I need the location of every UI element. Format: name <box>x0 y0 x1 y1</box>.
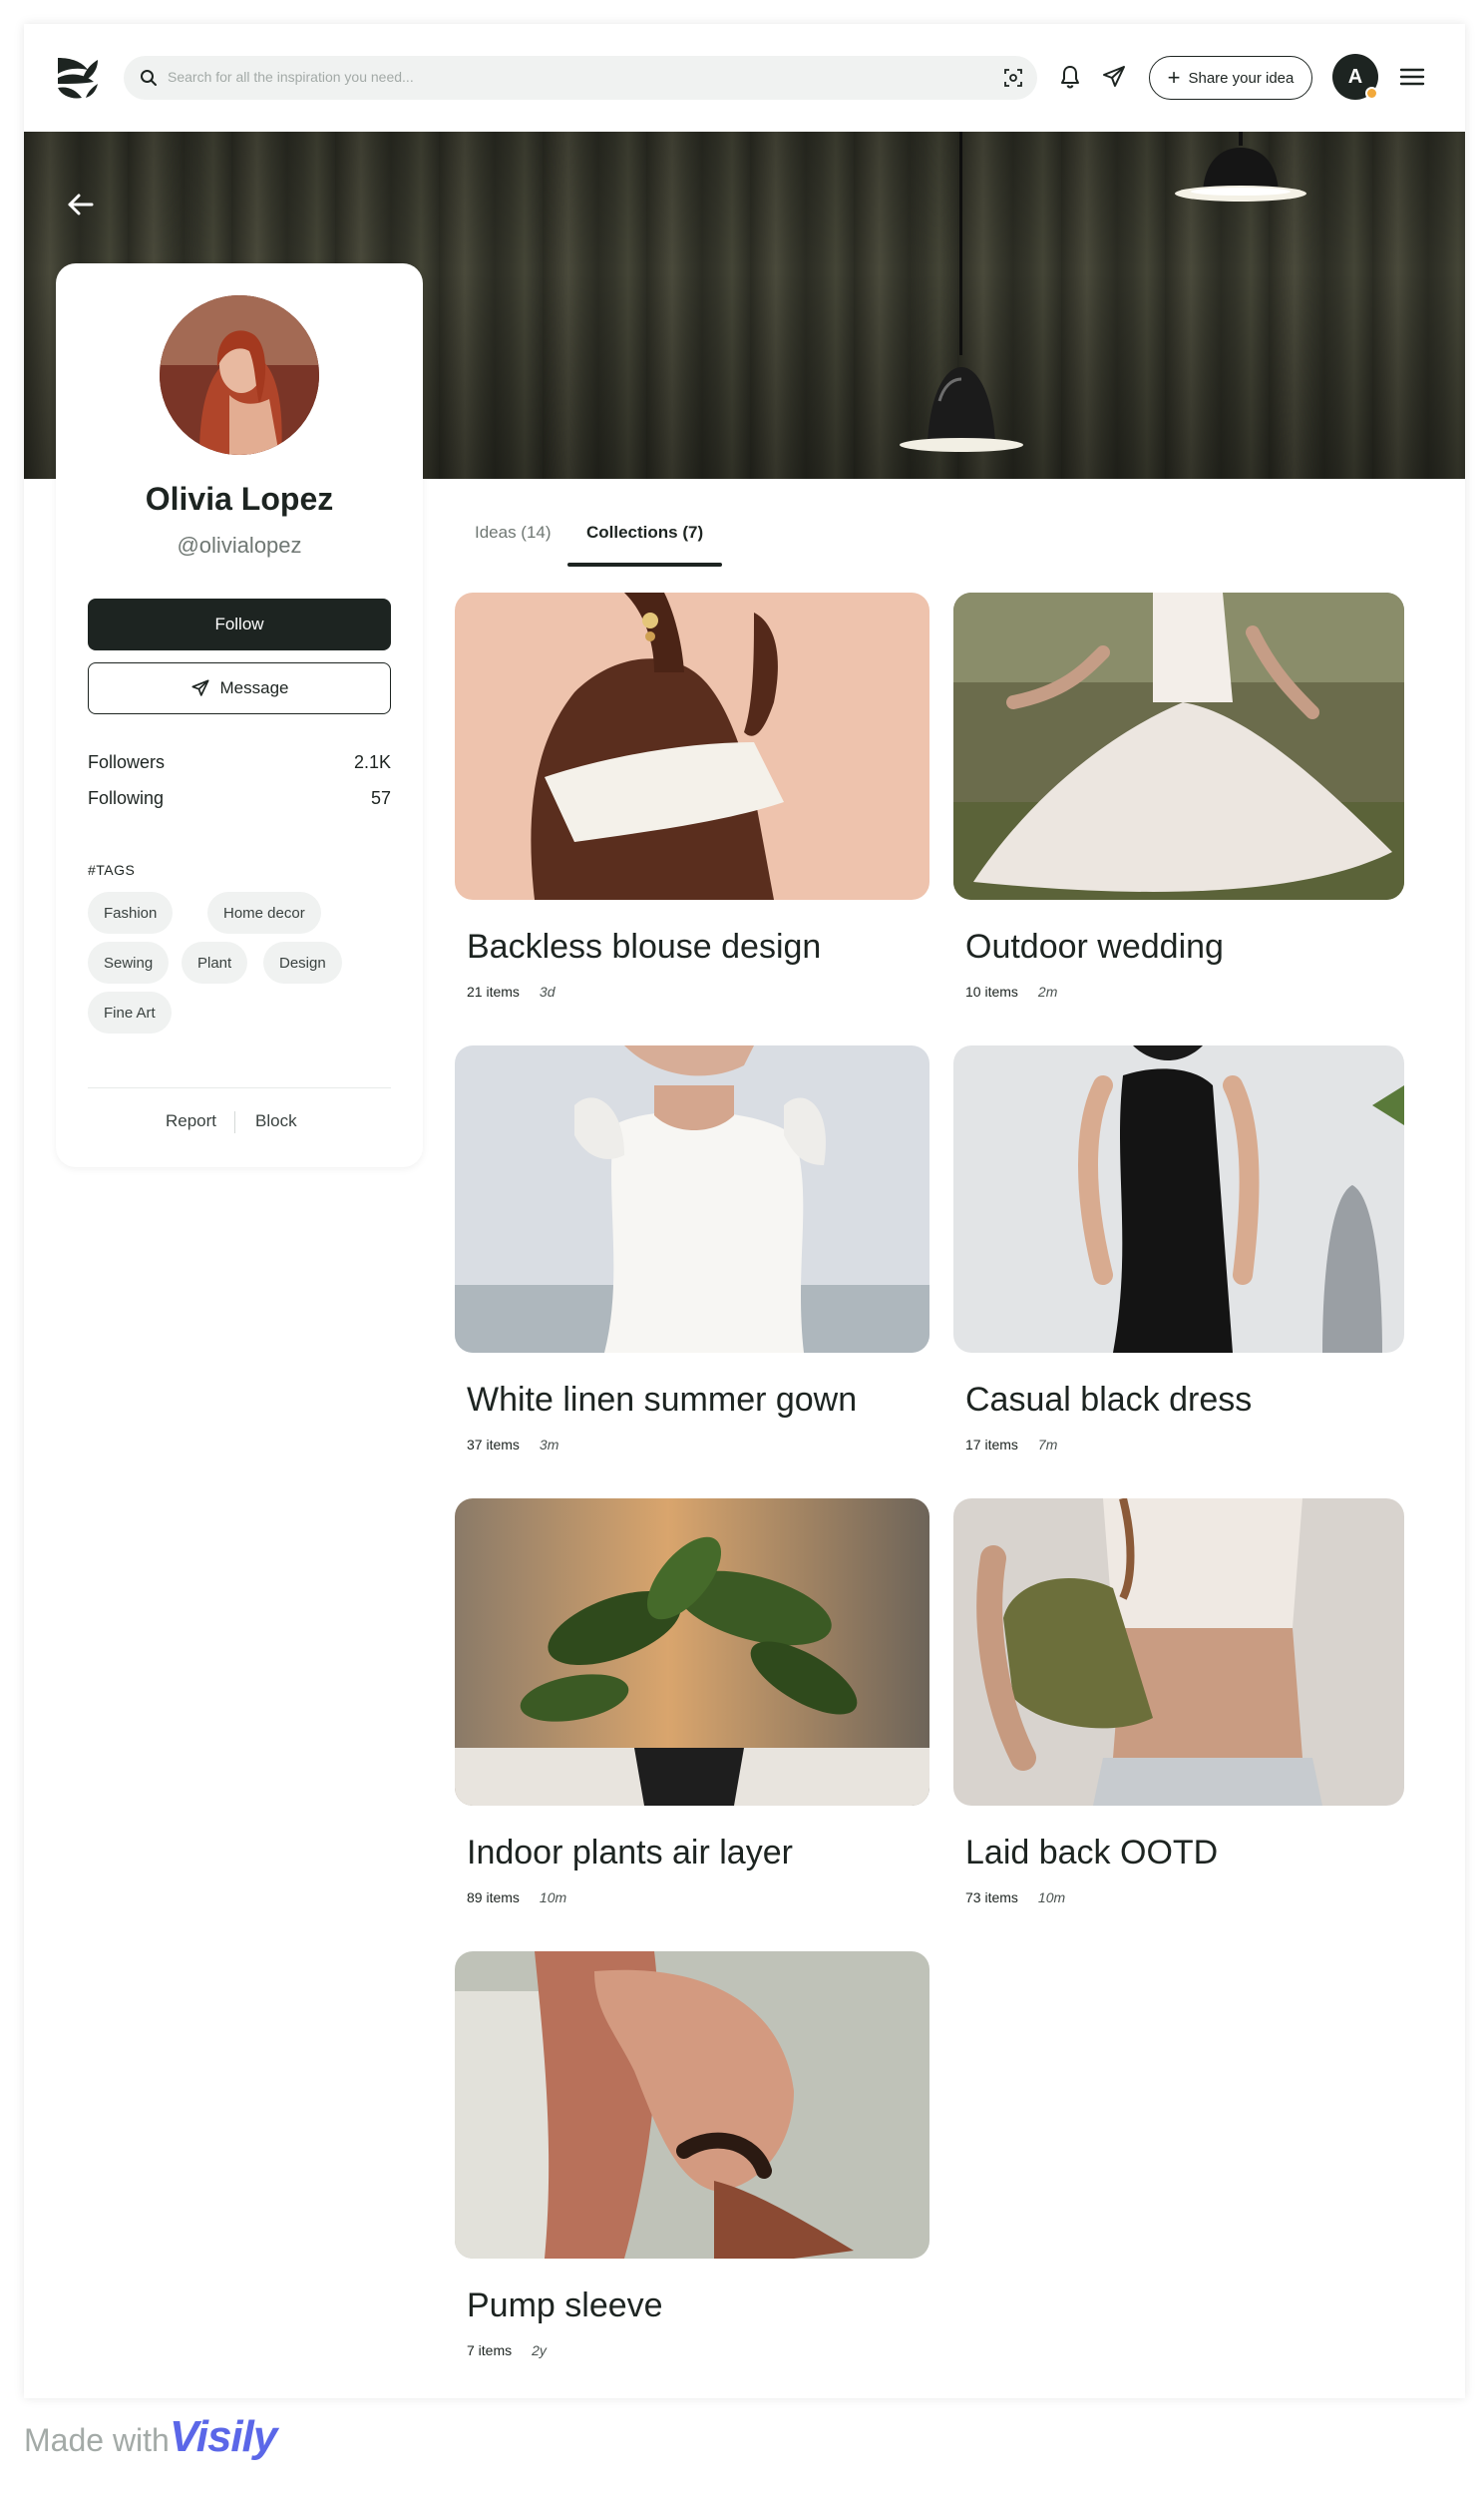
image-scan-icon[interactable] <box>1003 68 1023 88</box>
stat-label: Following <box>88 788 165 808</box>
item-count: 37 items <box>467 1437 520 1453</box>
tab-ideas[interactable]: Ideas (14) <box>475 523 552 543</box>
follow-button[interactable]: Follow <box>88 599 391 650</box>
item-count: 89 items <box>467 1889 520 1905</box>
collection-title: Casual black dress <box>965 1381 1253 1419</box>
collection-cover-image <box>953 1045 1404 1353</box>
following-stat[interactable]: Following 57 <box>88 788 391 809</box>
collection-cover-image <box>455 1498 929 1806</box>
collection-title: Indoor plants air layer <box>467 1834 793 1871</box>
back-arrow-icon[interactable] <box>64 188 98 221</box>
visily-logo[interactable]: Visily <box>170 2412 277 2462</box>
search-bar[interactable]: Search for all the inspiration you need.… <box>124 56 1037 100</box>
collection-meta: 21 items 3d <box>467 984 556 1000</box>
item-count: 21 items <box>467 984 520 1000</box>
tags-heading: #TAGS <box>88 862 136 878</box>
message-label: Message <box>219 678 289 697</box>
share-idea-button[interactable]: + Share your idea <box>1149 56 1312 100</box>
item-count: 73 items <box>965 1889 1018 1905</box>
profile-card: Olivia Lopez @olivialopez Follow Message… <box>56 263 423 1167</box>
item-count: 7 items <box>467 2342 513 2358</box>
collection-title: Backless blouse design <box>467 928 822 966</box>
collection-age: 10m <box>1037 1889 1066 1905</box>
collection-meta: 10 items 2m <box>965 984 1057 1000</box>
tag-chip[interactable]: Fine Art <box>88 992 172 1034</box>
collection-title: Outdoor wedding <box>965 928 1224 966</box>
collection-meta: 37 items 3m <box>467 1437 558 1453</box>
collection-age: 7m <box>1037 1437 1058 1453</box>
app-frame: Search for all the inspiration you need.… <box>24 24 1465 2398</box>
stat-value: 2.1K <box>353 752 391 772</box>
collection-age: 2y <box>532 2342 547 2358</box>
tag-chip[interactable]: Plant <box>182 942 248 984</box>
share-idea-label: Share your idea <box>1188 69 1295 87</box>
active-tab-indicator <box>567 563 722 567</box>
collection-cover-image <box>953 1498 1404 1806</box>
send-icon <box>190 679 209 696</box>
collection-age: 2m <box>1037 984 1058 1000</box>
tag-chip[interactable]: Sewing <box>88 942 170 984</box>
collection-meta: 7 items 2y <box>467 2342 547 2358</box>
made-with-label: Made with <box>24 2422 170 2458</box>
item-count: 17 items <box>965 1437 1018 1453</box>
collection-title: Pump sleeve <box>467 2286 663 2324</box>
plus-icon: + <box>1167 65 1181 90</box>
notification-bell-icon[interactable] <box>1057 64 1083 90</box>
message-button[interactable]: Message <box>88 662 391 714</box>
item-count: 10 items <box>965 984 1018 1000</box>
collection-cover-image <box>953 593 1404 900</box>
collection-age: 10m <box>539 1889 567 1905</box>
collection-title: White linen summer gown <box>467 1381 858 1419</box>
send-message-icon[interactable] <box>1101 64 1127 90</box>
collection-cover-image <box>455 593 929 900</box>
profile-photo-image <box>160 295 319 455</box>
search-placeholder: Search for all the inspiration you need.… <box>168 69 414 85</box>
collection-meta: 73 items 10m <box>965 1889 1065 1905</box>
top-header: Search for all the inspiration you need.… <box>24 24 1465 132</box>
pendant-lamp-image <box>1175 132 1306 202</box>
status-dot <box>1365 87 1378 100</box>
profile-name: Olivia Lopez <box>145 481 334 517</box>
stat-value: 57 <box>370 788 391 808</box>
collection-meta: 89 items 10m <box>467 1889 566 1905</box>
divider <box>88 1087 391 1088</box>
profile-avatar <box>160 295 319 455</box>
pendant-lamp-image <box>900 132 1023 452</box>
tag-chip[interactable]: Home decor <box>207 892 321 934</box>
collection-meta: 17 items 7m <box>965 1437 1057 1453</box>
profile-handle: @olivialopez <box>177 533 302 558</box>
stat-label: Followers <box>88 752 166 772</box>
collection-age: 3m <box>539 1437 559 1453</box>
brand-logo-icon[interactable] <box>54 54 102 102</box>
collection-cover-image <box>455 1951 929 2259</box>
block-link[interactable]: Block <box>255 1111 297 1131</box>
search-icon <box>141 70 157 86</box>
hamburger-menu-icon[interactable] <box>1398 64 1426 90</box>
collection-age: 3d <box>539 984 556 1000</box>
collection-cover-image <box>455 1045 929 1353</box>
tag-chip[interactable]: Design <box>263 942 342 984</box>
report-link[interactable]: Report <box>166 1111 216 1131</box>
followers-stat[interactable]: Followers 2.1K <box>88 752 391 773</box>
divider <box>234 1111 235 1133</box>
tag-chip[interactable]: Fashion <box>88 892 174 934</box>
collection-title: Laid back OOTD <box>965 1834 1219 1871</box>
tab-collections[interactable]: Collections (7) <box>586 523 703 543</box>
